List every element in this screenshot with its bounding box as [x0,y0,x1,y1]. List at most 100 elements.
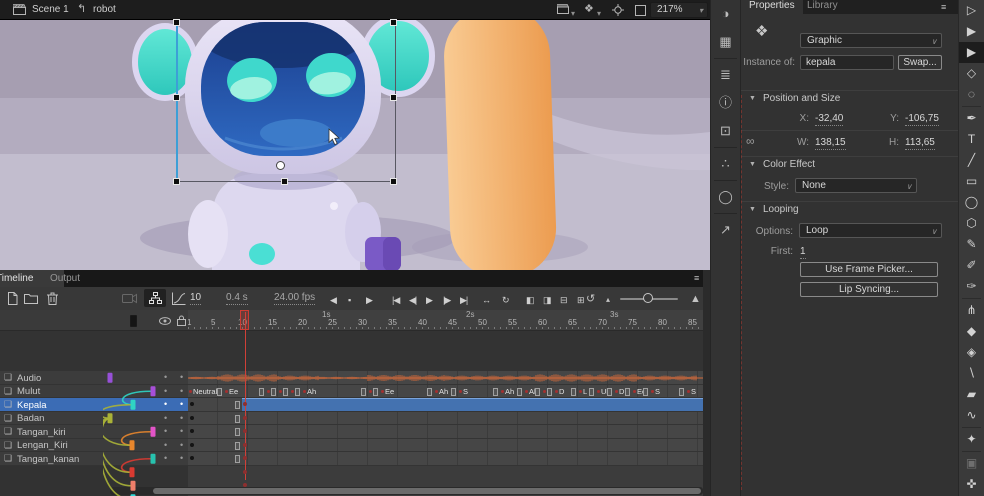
layer-row-lengan_kiri[interactable]: ❏Lengan_Kiri•• [0,439,188,453]
edit-scene-icon[interactable] [557,4,570,14]
brush-library-panel-icon[interactable]: ∴ [711,150,740,178]
loop-playback-button[interactable]: ↔ [482,293,490,307]
hand-tool[interactable]: ✜ [959,474,984,495]
transformation-point[interactable] [276,161,285,170]
keyframe-dot[interactable] [555,390,558,393]
center-frame-button[interactable]: ▪ [348,293,350,307]
keyframe-dot[interactable] [243,456,247,460]
layer-lock-dot[interactable]: • [180,386,183,396]
keyframe-dot[interactable] [381,390,384,393]
selection-handle-mid-right[interactable] [390,94,397,101]
layer-lock-dot[interactable]: • [180,372,183,382]
keyframe-dot[interactable] [190,456,194,460]
link-dimensions-icon[interactable]: ∞ [746,134,755,148]
selection-handle-top-left[interactable] [173,19,180,26]
keyframe-dot[interactable] [189,390,192,393]
loop-range-button[interactable]: ↻ [502,293,509,307]
style-select[interactable]: None∨ [795,178,917,193]
frames-row-mulut[interactable]: NeutralEeDEFAhDEeAhSAhAhMDLUhDEeSS [188,385,703,399]
keyframe-dot[interactable] [267,390,270,393]
color-effect-section-header[interactable]: ▼ Color Effect [741,156,958,173]
selected-frame-span[interactable] [242,398,703,411]
frames-row-lengan_kiri[interactable] [188,439,703,453]
clip-content-icon[interactable] [635,5,646,16]
keyframe-dot[interactable] [369,390,372,393]
properties-panel-menu-icon[interactable]: ≡ [941,2,946,12]
keyframe-dot[interactable] [435,390,438,393]
layer-visibility-dot[interactable]: • [164,399,167,409]
timeline-vertical-scrollbar[interactable] [703,270,710,496]
layer-lock-dot[interactable]: • [180,426,183,436]
line-tool[interactable]: ╱ [959,150,984,171]
lip-syncing-button[interactable]: Lip Syncing... [800,282,938,297]
lasso-tool[interactable]: ◌ [959,84,984,105]
breadcrumb-symbol[interactable]: robot [93,4,116,15]
step-forward-button[interactable]: ▶ [366,293,372,307]
align-panel-icon[interactable]: ≣ [711,61,740,89]
selection-handle-top-right[interactable] [390,19,397,26]
step-back-button[interactable]: ◀ [330,293,336,307]
asset-warp-tool[interactable]: ▶ [959,42,984,63]
keyframe-dot[interactable] [243,429,247,433]
layer-row-tangan_kanan[interactable]: ❏Tangan_kanan•• [0,452,188,466]
elapsed-time-value[interactable]: 0.4 s [226,292,248,305]
frames-row-tangan_kanan[interactable] [188,452,703,466]
keyframe-dot[interactable] [597,390,600,393]
frame-rate-value[interactable]: 24.00 fps [274,292,315,305]
breadcrumb-scene[interactable]: Scene 1 [32,4,69,15]
tab-library[interactable]: Library [799,0,846,14]
layer-visibility-dot[interactable]: • [164,372,167,382]
x-value[interactable]: -32,40 [815,113,843,126]
layer-row-audio[interactable]: ❏Audio•• [0,371,188,385]
keyframe-dot[interactable] [190,429,194,433]
graph-editor-icon[interactable] [172,292,186,305]
eraser-tool[interactable]: ▰ [959,384,984,405]
stage-zoom-control[interactable]: 217% ▾ [650,2,708,18]
edit-symbol-icon[interactable]: ❖ [584,3,594,16]
frames-row-audio[interactable] [188,371,703,385]
timeline-zoom-in-icon[interactable]: ▲ [690,292,701,306]
keyframe-dot[interactable] [303,390,306,393]
layer-row-mulut[interactable]: ❏Mulut•• [0,385,188,399]
pin-tool[interactable]: ✦ [959,429,984,450]
keyframe-dot[interactable] [633,390,636,393]
selection-handle-bottom-right[interactable] [390,178,397,185]
position-size-section-header[interactable]: ▼ Position and Size [741,90,958,107]
edit-multiple-frames-button[interactable]: ⊟ [560,293,567,307]
show-parenting-view-button[interactable] [144,289,166,307]
text-tool[interactable]: T [959,129,984,150]
keyframe-dot[interactable] [543,390,546,393]
fluid-brush-tool[interactable]: ✐ [959,255,984,276]
h-value[interactable]: 113,65 [905,137,935,150]
keyframe-dot[interactable] [225,390,228,393]
keyframe-dot[interactable] [291,390,294,393]
selection-tool[interactable]: ▷ [959,0,984,21]
timeline-panel-menu-icon[interactable]: ≡ [694,273,699,283]
tab-output[interactable]: Output [40,270,90,287]
timeline-zoom-out-icon[interactable]: ▴ [606,293,610,307]
keyframe-dot[interactable] [243,402,247,406]
selection-handle-bottom-mid[interactable] [281,178,288,185]
layer-visibility-dot[interactable]: • [164,386,167,396]
layer-lock-dot[interactable]: • [180,440,183,450]
classic-brush-tool[interactable]: ✑ [959,276,984,297]
looping-section-header[interactable]: ▼ Looping [741,201,958,218]
current-frame-value[interactable]: 10 [190,292,201,305]
motion-editor-panel-icon[interactable]: ↗ [711,216,740,244]
layer-row-kepala[interactable]: ❏Kepala•• [0,398,188,412]
layer-lock-dot[interactable]: • [180,413,183,423]
delete-layer-icon[interactable] [47,292,58,305]
center-stage-icon[interactable] [612,4,624,16]
color-panel-icon[interactable]: ◑ [711,0,740,28]
layer-lock-dot[interactable]: • [180,453,183,463]
info-panel-icon[interactable]: ⓘ [711,89,740,117]
instance-name-input[interactable]: kepala [800,55,894,70]
oval-tool[interactable]: ◯ [959,192,984,213]
pen-tool[interactable]: ✒ [959,108,984,129]
new-layer-icon[interactable] [6,292,18,305]
edit-scene-caret[interactable]: ▾ [571,7,575,20]
free-transform-tool[interactable]: ◇ [959,63,984,84]
asset-sculpt-tool[interactable]: ∿ [959,405,984,426]
edit-symbol-caret[interactable]: ▾ [597,7,601,20]
polystar-tool[interactable]: ⬡ [959,213,984,234]
